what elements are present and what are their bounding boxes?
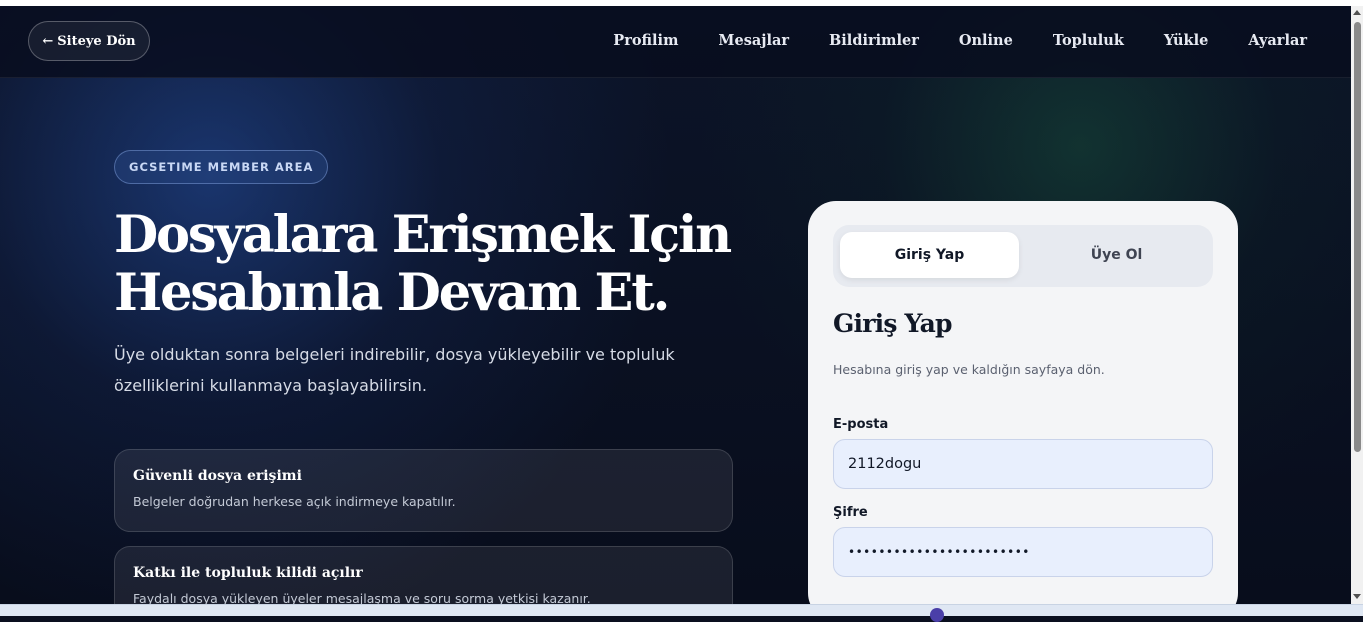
feature-title: Güvenli dosya erişimi	[133, 468, 302, 484]
back-to-site-button[interactable]: ← Siteye Dön	[28, 21, 150, 61]
tab-login[interactable]: Giriş Yap	[840, 232, 1019, 278]
feature-description: Faydalı dosya yükleyen üyeler mesajlaşma…	[133, 591, 591, 604]
page: ← Siteye Dön Profilim Mesajlar Bildiriml…	[0, 6, 1351, 604]
email-label: E-posta	[833, 417, 889, 432]
hero-title-line-2: Hesabınla Devam Et.	[114, 263, 670, 323]
password-label: Şifre	[833, 505, 868, 520]
nav-item-ayarlar[interactable]: Ayarlar	[1248, 32, 1307, 49]
login-title: Giriş Yap	[833, 309, 952, 338]
feature-card-secure-access: Güvenli dosya erişimi Belgeler doğrudan …	[114, 449, 733, 532]
email-field[interactable]: 2112dogu	[833, 439, 1213, 489]
nav-item-mesajlar[interactable]: Mesajlar	[718, 32, 789, 49]
taskbar-strip	[0, 604, 1363, 622]
taskbar-app-icon[interactable]	[930, 608, 944, 622]
nav-item-yukle[interactable]: Yükle	[1164, 32, 1208, 49]
main-nav: Profilim Mesajlar Bildirimler Online Top…	[613, 32, 1307, 49]
scroll-down-icon[interactable]	[1353, 594, 1361, 599]
hero-title: Dosyalara Erişmek Için Hesabınla Devam E…	[114, 206, 754, 322]
auth-card: Giriş Yap Üye Ol Giriş Yap Hesabına giri…	[808, 201, 1238, 604]
back-to-site-label: Siteye Dön	[57, 33, 136, 49]
tab-register[interactable]: Üye Ol	[1027, 232, 1206, 278]
feature-card-community-unlock: Katkı ile topluluk kilidi açılır Faydalı…	[114, 546, 733, 604]
feature-title: Katkı ile topluluk kilidi açılır	[133, 565, 363, 581]
login-subtitle: Hesabına giriş yap ve kaldığın sayfaya d…	[833, 362, 1105, 377]
password-field[interactable]: ••••••••••••••••••••••••	[833, 527, 1213, 577]
nav-item-topluluk[interactable]: Topluluk	[1053, 32, 1124, 49]
feature-description: Belgeler doğrudan herkese açık indirmeye…	[133, 494, 456, 509]
scrollbar-thumb[interactable]	[1354, 22, 1361, 452]
member-area-badge: GCSETIME MEMBER AREA	[114, 150, 329, 184]
nav-item-online[interactable]: Online	[959, 32, 1013, 49]
nav-item-profilim[interactable]: Profilim	[613, 32, 678, 49]
auth-tabs: Giriş Yap Üye Ol	[833, 225, 1213, 287]
arrow-left-icon: ←	[42, 33, 54, 49]
nav-item-bildirimler[interactable]: Bildirimler	[829, 32, 919, 49]
scroll-up-icon[interactable]	[1353, 10, 1361, 15]
navbar: ← Siteye Dön Profilim Mesajlar Bildiriml…	[0, 6, 1351, 78]
hero-description: Üye olduktan sonra belgeleri indirebilir…	[114, 345, 675, 395]
hero-title-line-1: Dosyalara Erişmek Için	[114, 205, 732, 265]
